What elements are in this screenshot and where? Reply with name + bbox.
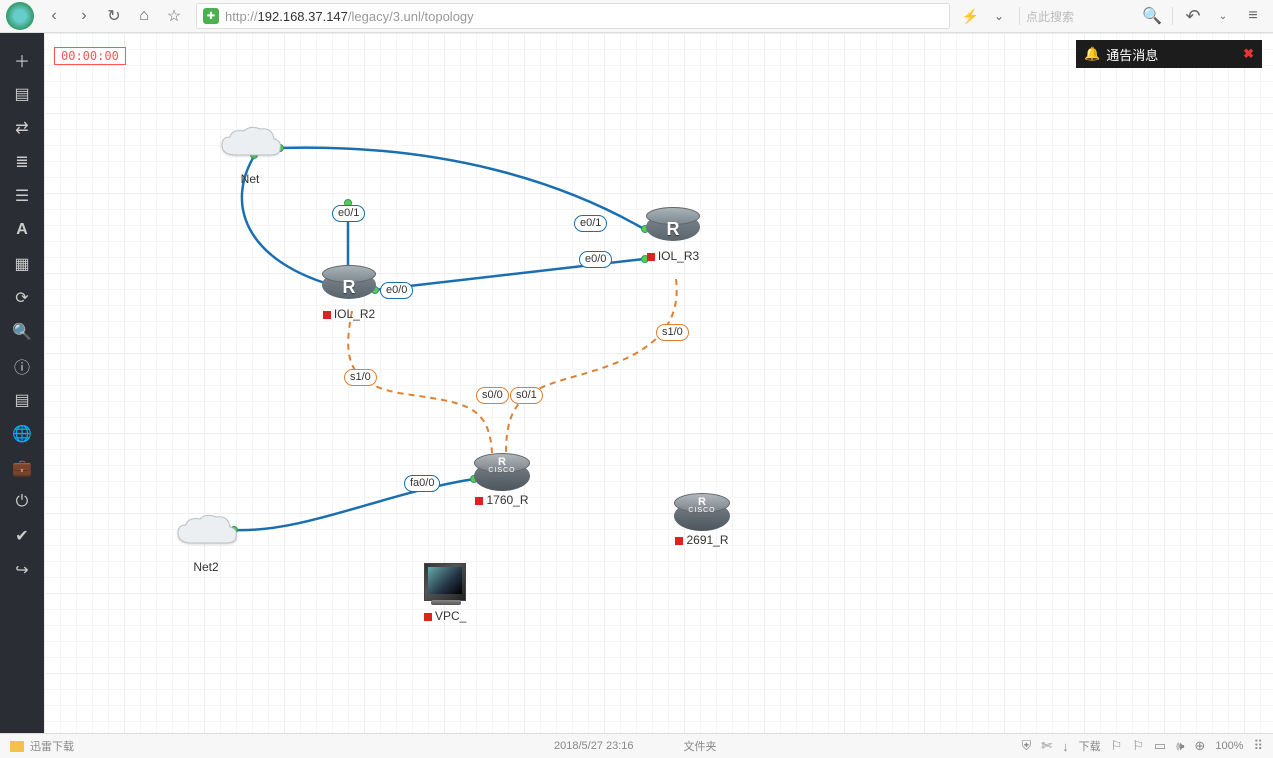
browser-toolbar: ‹ › ↻ ⌂ ☆ ✚ http://192.168.37.147/legacy…	[0, 0, 1273, 33]
cloud-icon	[172, 513, 240, 558]
sidebar-swap[interactable]: ⇄	[4, 113, 40, 143]
sb-download-icon[interactable]: ↓	[1062, 739, 1069, 754]
sidebar-text[interactable]: A	[4, 215, 40, 245]
url-bar[interactable]: ✚ http://192.168.37.147/legacy/3.unl/top…	[196, 3, 950, 29]
cloud-icon	[216, 125, 284, 170]
sidebar-globe[interactable]: 🌐	[4, 419, 40, 449]
avatar[interactable]	[6, 2, 34, 30]
home-button[interactable]: ⌂	[130, 2, 158, 30]
if-label-s01: s0/1	[510, 387, 543, 404]
chevron-down-icon[interactable]: ⌄	[985, 2, 1013, 30]
sidebar-info[interactable]: ⓘ	[4, 351, 40, 381]
node-vpc[interactable]: VPC_	[424, 563, 466, 623]
sidebar-list[interactable]: ☰	[4, 181, 40, 211]
timer: 00:00:00	[54, 47, 126, 65]
search-icon[interactable]: 🔍	[1138, 2, 1166, 30]
sidebar-code[interactable]: ▤	[4, 385, 40, 415]
status-stopped	[424, 613, 432, 621]
sidebar-speed[interactable]: ≣	[4, 147, 40, 177]
sb-resize-icon[interactable]: ⠿	[1253, 738, 1263, 754]
sidebar-briefcase[interactable]: 💼	[4, 453, 40, 483]
node-iol-r2[interactable]: R IOL_R2	[322, 271, 376, 321]
status-stopped	[647, 253, 655, 261]
if-label-s00: s0/0	[476, 387, 509, 404]
sidebar-storage[interactable]: ▤	[4, 79, 40, 109]
status-left-text: 迅雷下载	[30, 738, 74, 754]
reload-button[interactable]: ↻	[100, 2, 128, 30]
sidebar: ＋ ▤ ⇄ ≣ ☰ A ▦ ⟳ 🔍 ⓘ ▤ 🌐 💼 ⏻ ✔ ↪	[0, 33, 44, 733]
if-label-e01-r2: e0/1	[332, 205, 365, 222]
sidebar-zoom[interactable]: 🔍	[4, 317, 40, 347]
separator	[1172, 7, 1173, 25]
node-1760r[interactable]: RCISCO 1760_R	[474, 453, 530, 507]
status-stopped	[323, 311, 331, 319]
url-text: http://192.168.37.147/legacy/3.unl/topol…	[225, 9, 474, 24]
node-net2[interactable]: Net2	[172, 513, 240, 574]
sidebar-add[interactable]: ＋	[4, 45, 40, 75]
status-folder: 文件夹	[684, 738, 717, 754]
node-label: IOL_R2	[322, 307, 376, 321]
sb-shield-icon[interactable]: ⛨	[1021, 738, 1031, 754]
undo-button[interactable]: ↶	[1179, 2, 1207, 30]
router-icon: RCISCO	[474, 453, 530, 491]
pc-icon	[424, 563, 466, 601]
status-stopped	[475, 497, 483, 505]
if-label-e00-r2: e0/0	[380, 282, 413, 299]
if-label-fa00: fa0/0	[404, 475, 440, 492]
separator	[1019, 7, 1020, 25]
back-button[interactable]: ‹	[40, 2, 68, 30]
node-label: Net2	[172, 560, 240, 574]
browser-status-bar: 迅雷下载 2018/5/27 23:16 文件夹 ⛨ ✄ ↓ 下载 ⚐ ⚐ ▭ …	[0, 733, 1273, 758]
status-stopped	[675, 537, 683, 545]
sb-flag2-icon[interactable]: ⚐	[1132, 738, 1144, 754]
lightning-icon[interactable]: ⚡	[962, 8, 979, 25]
sb-zoom-level: 100%	[1215, 740, 1243, 752]
node-label: Net	[216, 172, 284, 186]
node-label: VPC_	[424, 609, 466, 623]
node-iol-r3[interactable]: R IOL_R3	[646, 213, 700, 263]
sb-flag-icon[interactable]: ⚐	[1111, 738, 1123, 754]
notice-bar: 🔔 通告消息 ✖	[1076, 40, 1262, 68]
node-label: 2691_R	[674, 533, 730, 547]
topology-canvas[interactable]: 00:00:00 🔔 通告消息 ✖	[44, 33, 1273, 733]
router-icon: R	[322, 271, 376, 305]
node-label: 1760_R	[474, 493, 530, 507]
sidebar-exit[interactable]: ↪	[4, 555, 40, 585]
shield-icon: ✚	[203, 8, 219, 24]
menu-button[interactable]: ≡	[1239, 2, 1267, 30]
node-2691r[interactable]: RCISCO 2691_R	[674, 493, 730, 547]
if-label-e01-r3: e0/1	[574, 215, 607, 232]
if-label-s10-r2: s1/0	[344, 369, 377, 386]
node-net[interactable]: Net	[216, 125, 284, 186]
router-icon: R	[646, 213, 700, 247]
if-label-s10-r3: s1/0	[656, 324, 689, 341]
sb-window-icon[interactable]: ▭	[1154, 738, 1166, 754]
sb-sound-icon[interactable]: 🕪	[1176, 738, 1184, 754]
search-input[interactable]: 点此搜索	[1026, 8, 1136, 25]
sidebar-check[interactable]: ✔	[4, 521, 40, 551]
sidebar-grid[interactable]: ▦	[4, 249, 40, 279]
close-icon[interactable]: ✖	[1243, 46, 1254, 62]
folder-icon	[10, 741, 24, 752]
undo-chevron[interactable]: ⌄	[1209, 2, 1237, 30]
node-label: IOL_R3	[646, 249, 700, 263]
bell-icon: 🔔	[1084, 46, 1100, 62]
sb-cut-icon[interactable]: ✄	[1041, 738, 1052, 754]
status-date: 2018/5/27 23:16	[554, 740, 634, 752]
notice-title: 通告消息	[1106, 45, 1158, 64]
sb-download-label[interactable]: 下载	[1079, 738, 1101, 754]
sb-zoom-icon[interactable]: ⊕	[1194, 738, 1205, 754]
sidebar-power[interactable]: ⏻	[4, 487, 40, 517]
router-icon: RCISCO	[674, 493, 730, 531]
app-area: ＋ ▤ ⇄ ≣ ☰ A ▦ ⟳ 🔍 ⓘ ▤ 🌐 💼 ⏻ ✔ ↪ 00:00:00…	[0, 33, 1273, 733]
sidebar-refresh[interactable]: ⟳	[4, 283, 40, 313]
favorite-button[interactable]: ☆	[160, 2, 188, 30]
forward-button[interactable]: ›	[70, 2, 98, 30]
if-label-e00-r3: e0/0	[579, 251, 612, 268]
